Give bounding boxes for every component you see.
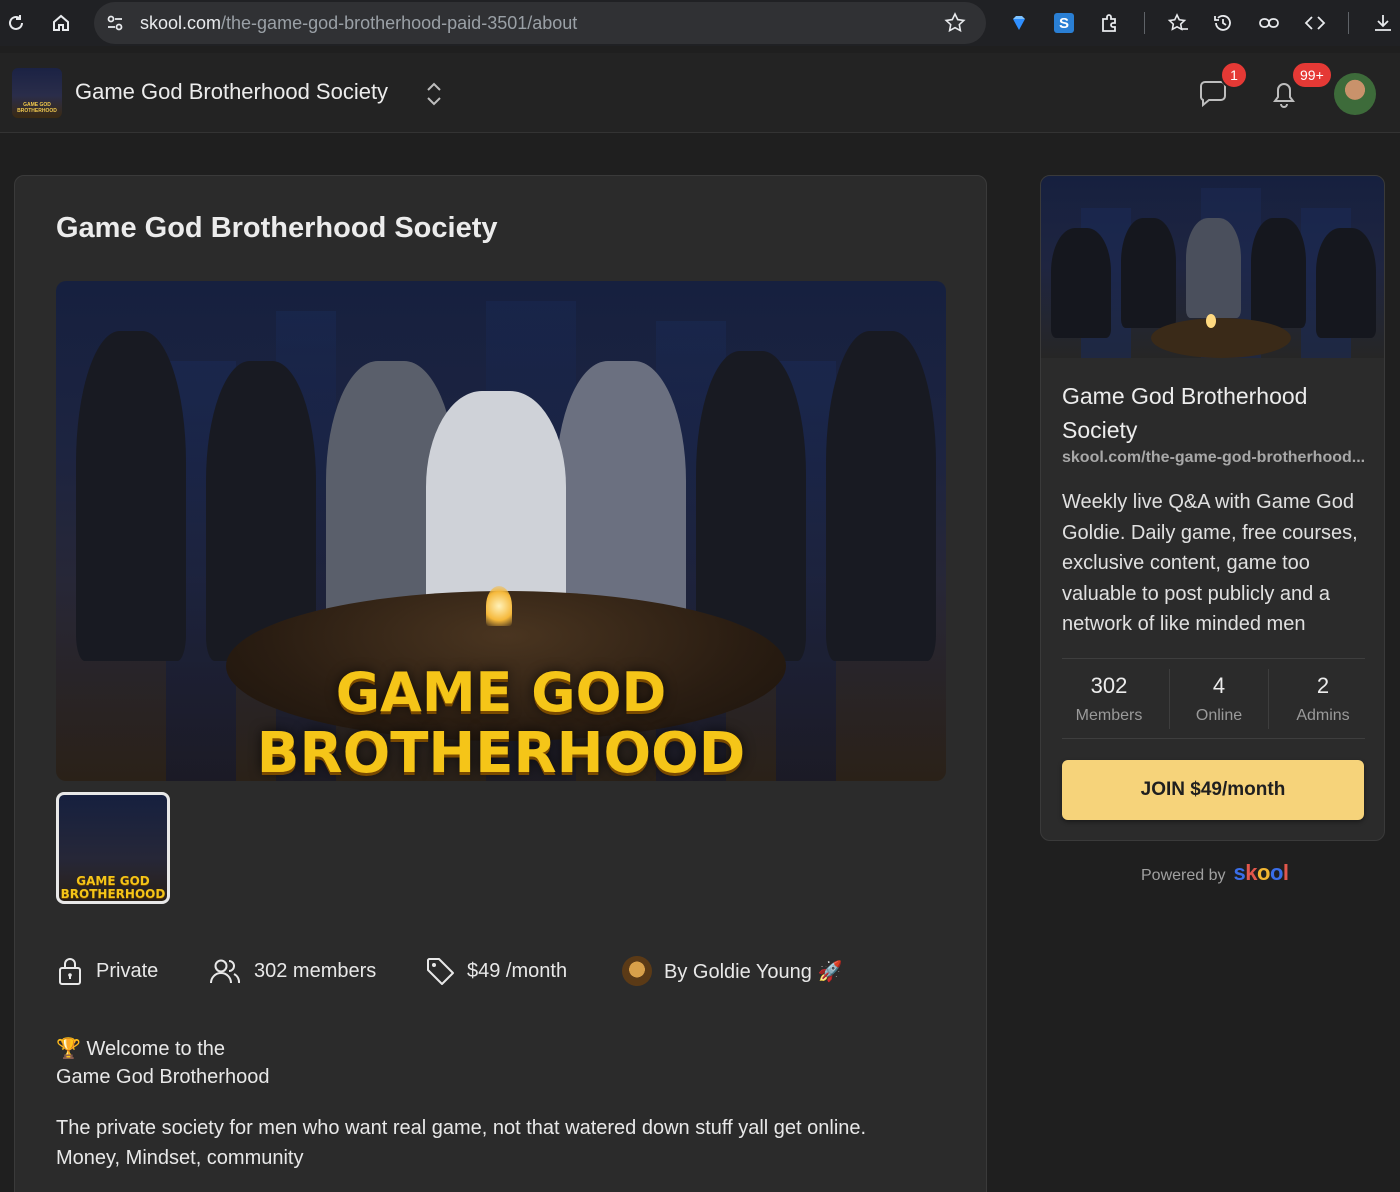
url-text[interactable]: skool.com/the-game-god-brotherhood-paid-… [140, 13, 577, 34]
favorites-icon[interactable] [1165, 10, 1191, 36]
price-info: $49 /month [425, 954, 567, 988]
extension-gem-icon[interactable] [1006, 10, 1032, 36]
download-icon[interactable] [1370, 10, 1396, 36]
stat-divider [1268, 669, 1269, 729]
skool-logo[interactable]: skool [1234, 860, 1290, 886]
summary-description: Weekly live Q&A with Game God Goldie. Da… [1062, 491, 1358, 635]
members-info[interactable]: 302 members [208, 954, 376, 988]
hero-title-line2: BROTHERHOOD [256, 721, 746, 781]
powered-by-label: Powered by [1141, 867, 1226, 884]
welcome-line2: Game God Brotherhood [56, 1066, 270, 1088]
summary-url[interactable]: skool.com/the-game-god-brotherhood... [1062, 449, 1365, 467]
tag-icon [427, 958, 454, 985]
stat-members[interactable]: 302 Members [1059, 673, 1159, 725]
page-title: Game God Brotherhood Society [56, 212, 498, 244]
group-cover-image [1041, 176, 1384, 358]
description-line2: Money, Mindset, community [56, 1147, 304, 1169]
author-info[interactable]: By Goldie Young 🚀 [622, 954, 842, 988]
powered-by[interactable]: Powered by skool [1141, 860, 1289, 886]
code-icon[interactable] [1302, 10, 1328, 36]
svg-text:S: S [1059, 15, 1069, 32]
thumbnail-line2: BROTHERHOOD [60, 887, 166, 901]
group-logo[interactable]: GAME GOD BROTHERHOOD [12, 68, 62, 118]
user-avatar[interactable] [1334, 73, 1376, 115]
privacy-info: Private [56, 954, 158, 988]
author-avatar [622, 956, 652, 986]
members-label: 302 members [254, 959, 377, 982]
stat-online-value: 4 [1212, 673, 1226, 698]
stat-online-label: Online [1195, 707, 1243, 724]
users-icon [210, 959, 241, 984]
address-bar[interactable]: skool.com/the-game-god-brotherhood-paid-… [94, 2, 986, 44]
hero-image: GAME GOD BROTHERHOOD [56, 281, 946, 781]
summary-title: Game God Brotherhood Society [1062, 383, 1308, 443]
stat-members-value: 302 [1090, 673, 1128, 698]
notifications-badge: 99+ [1291, 61, 1333, 89]
price-label: $49 /month [467, 959, 568, 982]
group-name[interactable]: Game God Brotherhood Society [75, 79, 388, 105]
browser-toolbar: skool.com/the-game-god-brotherhood-paid-… [0, 0, 1400, 46]
link-icon[interactable] [1256, 10, 1282, 36]
stat-online[interactable]: 4 Online [1169, 673, 1269, 725]
history-icon[interactable] [1210, 10, 1236, 36]
hero-title-line1: GAME GOD [335, 661, 667, 724]
group-switcher-icon[interactable] [422, 79, 446, 109]
stat-members-label: Members [1075, 707, 1143, 724]
gallery-thumbnail[interactable]: GAME GOD BROTHERHOOD [56, 792, 170, 904]
group-summary-card: Game God Brotherhood Society skool.com/t… [1040, 175, 1385, 841]
bookmark-star-icon[interactable] [942, 10, 968, 36]
description-line1: The private society for men who want rea… [56, 1117, 867, 1139]
home-icon[interactable] [48, 10, 74, 36]
url-domain: skool.com [140, 13, 222, 33]
about-card: Game God Brotherhood Society GAME GOD BR… [14, 175, 987, 1192]
site-settings-icon[interactable] [102, 10, 128, 36]
stats-divider-bottom [1062, 738, 1365, 739]
author-label: By Goldie Young 🚀 [664, 960, 843, 983]
stat-admins-value: 2 [1316, 673, 1330, 698]
lock-icon [59, 958, 81, 985]
chat-badge: 1 [1220, 61, 1248, 89]
toolbar-divider [1348, 12, 1349, 34]
app-header: GAME GOD BROTHERHOOD Game God Brotherhoo… [0, 53, 1400, 133]
stats-divider-top [1062, 658, 1365, 659]
stat-admins-label: Admins [1296, 707, 1350, 724]
join-button[interactable]: JOIN $49/month [1062, 760, 1364, 820]
url-path: /the-game-god-brotherhood-paid-3501/abou… [221, 13, 578, 33]
group-logo-text: GAME GOD BROTHERHOOD [17, 102, 57, 114]
stat-admins[interactable]: 2 Admins [1273, 673, 1373, 725]
toolbar-divider [1144, 12, 1145, 34]
extensions-puzzle-icon[interactable] [1097, 10, 1123, 36]
privacy-label: Private [96, 959, 159, 982]
reload-icon[interactable] [3, 10, 29, 36]
welcome-line1: 🏆 Welcome to the [56, 1038, 226, 1060]
extension-s-icon[interactable]: S [1051, 10, 1077, 36]
